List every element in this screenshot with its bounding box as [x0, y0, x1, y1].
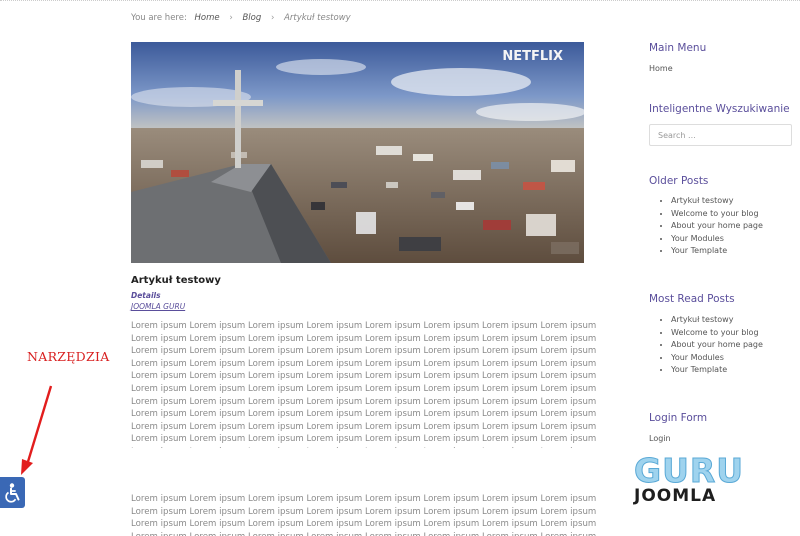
breadcrumb-blog[interactable]: Blog [242, 13, 261, 23]
wheelchair-icon [4, 482, 19, 503]
annotation-arrow-icon [21, 385, 53, 475]
older-posts-title: Older Posts [649, 175, 709, 187]
list-item[interactable]: Artykuł testowy [671, 195, 763, 208]
search-input[interactable] [649, 124, 792, 146]
breadcrumb: You are here: Home › Blog › Artykuł test… [131, 13, 351, 23]
article-paragraph-2: Lorem ipsum Lorem ipsum Lorem ipsum Lore… [131, 494, 597, 536]
main-menu-item-home[interactable]: Home [649, 64, 673, 73]
most-read-list: Artykuł testowy Welcome to your blog Abo… [660, 314, 763, 377]
breadcrumb-current: Artykuł testowy [284, 13, 351, 23]
tools-annotation-label: NARZĘDZIA [27, 349, 110, 364]
author-link[interactable]: JOOMLA GURU [131, 302, 185, 311]
list-item[interactable]: Your Modules [671, 352, 763, 365]
article-hero-image: NETFLIX [131, 42, 584, 263]
list-item[interactable]: Your Template [671, 364, 763, 377]
breadcrumb-lead: You are here: [131, 13, 187, 23]
article-title[interactable]: Artykuł testowy [131, 275, 221, 286]
logo-line-guru: GURU [634, 452, 744, 490]
list-item[interactable]: Your Modules [671, 233, 763, 246]
search-module-title: Inteligentne Wyszukiwanie [649, 103, 790, 115]
main-menu-title: Main Menu [649, 42, 707, 54]
older-posts-list: Artykuł testowy Welcome to your blog Abo… [660, 195, 763, 258]
top-divider [0, 0, 800, 1]
list-item[interactable]: About your home page [671, 339, 763, 352]
accessibility-tools-button[interactable] [0, 477, 25, 508]
logo-line-joomla: JOOMLA [633, 486, 716, 506]
chevron-right-icon: › [270, 13, 275, 23]
list-item[interactable]: Artykuł testowy [671, 314, 763, 327]
guru-joomla-logo: GURU JOOMLA [633, 452, 744, 506]
hero-illustration: NETFLIX [131, 42, 584, 263]
most-read-title: Most Read Posts [649, 293, 735, 305]
login-form-title: Login Form [649, 412, 708, 424]
details-label: Details [131, 291, 161, 300]
list-item[interactable]: About your home page [671, 220, 763, 233]
login-link[interactable]: Login [649, 434, 671, 443]
list-item[interactable]: Welcome to your blog [671, 327, 763, 340]
article-paragraph-1: Lorem ipsum Lorem ipsum Lorem ipsum Lore… [131, 321, 597, 448]
netflix-watermark: NETFLIX [502, 49, 563, 64]
breadcrumb-home[interactable]: Home [195, 13, 220, 23]
list-item[interactable]: Your Template [671, 245, 763, 258]
chevron-right-icon: › [229, 13, 233, 23]
list-item[interactable]: Welcome to your blog [671, 208, 763, 221]
